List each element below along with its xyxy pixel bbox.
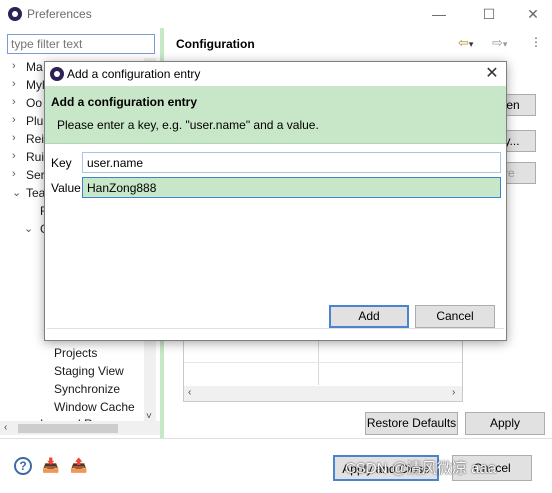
- banner-title: Add a configuration entry: [51, 95, 198, 109]
- dialog-title: Add a configuration entry: [67, 67, 201, 81]
- restore-defaults-button[interactable]: Restore Defaults: [365, 412, 458, 435]
- value-label: Value: [51, 181, 81, 195]
- eclipse-app-icon: [8, 7, 22, 21]
- view-menu-icon[interactable]: ⋮: [530, 35, 542, 49]
- export-icon[interactable]: 📤: [70, 457, 90, 473]
- import-icon[interactable]: 📥: [42, 457, 62, 473]
- tree-item[interactable]: ⌄ Tea: [12, 186, 45, 200]
- chevron-right-icon: ›: [12, 78, 16, 90]
- add-config-entry-dialog: Add a configuration entry ✕ Add a config…: [44, 61, 507, 341]
- chevron-right-icon: ›: [12, 150, 16, 162]
- tree-hscroll-thumb[interactable]: [18, 424, 118, 433]
- table-row-divider: [184, 362, 462, 363]
- filter-input[interactable]: [7, 34, 155, 54]
- tree-item[interactable]: › Myl: [12, 78, 45, 92]
- apply-button[interactable]: Apply: [465, 412, 545, 435]
- maximize-icon[interactable]: ☐: [472, 0, 506, 28]
- chevron-right-icon: ›: [12, 114, 16, 126]
- tree-item-synchronize[interactable]: Synchronize: [54, 382, 120, 396]
- banner-description: Please enter a key, e.g. "user.name" and…: [57, 118, 319, 132]
- nav-back-icon[interactable]: ⇦▾: [458, 35, 473, 51]
- page-title: Configuration: [176, 37, 255, 51]
- chevron-right-icon: ›: [12, 60, 16, 72]
- table-horizontal-scrollbar[interactable]: [184, 386, 462, 401]
- tree-item[interactable]: › Oo: [12, 96, 42, 110]
- key-field[interactable]: user.name: [82, 152, 501, 173]
- chevron-down-icon: ⌄: [12, 187, 22, 199]
- help-icon[interactable]: ?: [14, 457, 32, 475]
- tree-item-projects[interactable]: Projects: [54, 346, 97, 360]
- key-label: Key: [51, 156, 72, 170]
- scroll-right-icon[interactable]: ›: [452, 387, 455, 398]
- tree-item[interactable]: › Rei: [12, 132, 44, 146]
- chevron-right-icon: ›: [12, 168, 16, 180]
- scroll-left-icon[interactable]: ‹: [4, 422, 7, 433]
- value-field[interactable]: HanZong888: [82, 177, 501, 198]
- watermark-text: CSDN @清风微凉 aaa: [345, 460, 497, 477]
- chevron-right-icon: ›: [12, 96, 16, 108]
- chevron-down-icon: ⌄: [24, 223, 34, 235]
- scroll-left-icon[interactable]: ‹: [188, 387, 191, 398]
- close-icon[interactable]: ✕: [516, 0, 550, 28]
- tree-item-staging-view[interactable]: Staging View: [54, 364, 124, 378]
- dialog-divider: [47, 328, 504, 329]
- window-title: Preferences: [27, 7, 92, 21]
- dialog-banner: Add a configuration entry Please enter a…: [45, 86, 506, 144]
- minimize-icon[interactable]: —: [422, 0, 456, 28]
- nav-forward-icon[interactable]: ⇨▾: [492, 35, 507, 51]
- tree-item[interactable]: › Ser: [12, 168, 45, 182]
- tree-item[interactable]: › Rui: [12, 150, 44, 164]
- table-column-divider: [318, 341, 319, 385]
- tree-item-window-cache[interactable]: Window Cache: [54, 400, 135, 414]
- eclipse-app-icon: [50, 67, 64, 81]
- tree-item[interactable]: › Ma: [12, 60, 43, 74]
- chevron-right-icon: ›: [12, 132, 16, 144]
- tree-item[interactable]: › Plu: [12, 114, 43, 128]
- close-icon[interactable]: ✕: [482, 64, 502, 84]
- add-button[interactable]: Add: [329, 305, 409, 328]
- dialog-cancel-button[interactable]: Cancel: [415, 305, 495, 328]
